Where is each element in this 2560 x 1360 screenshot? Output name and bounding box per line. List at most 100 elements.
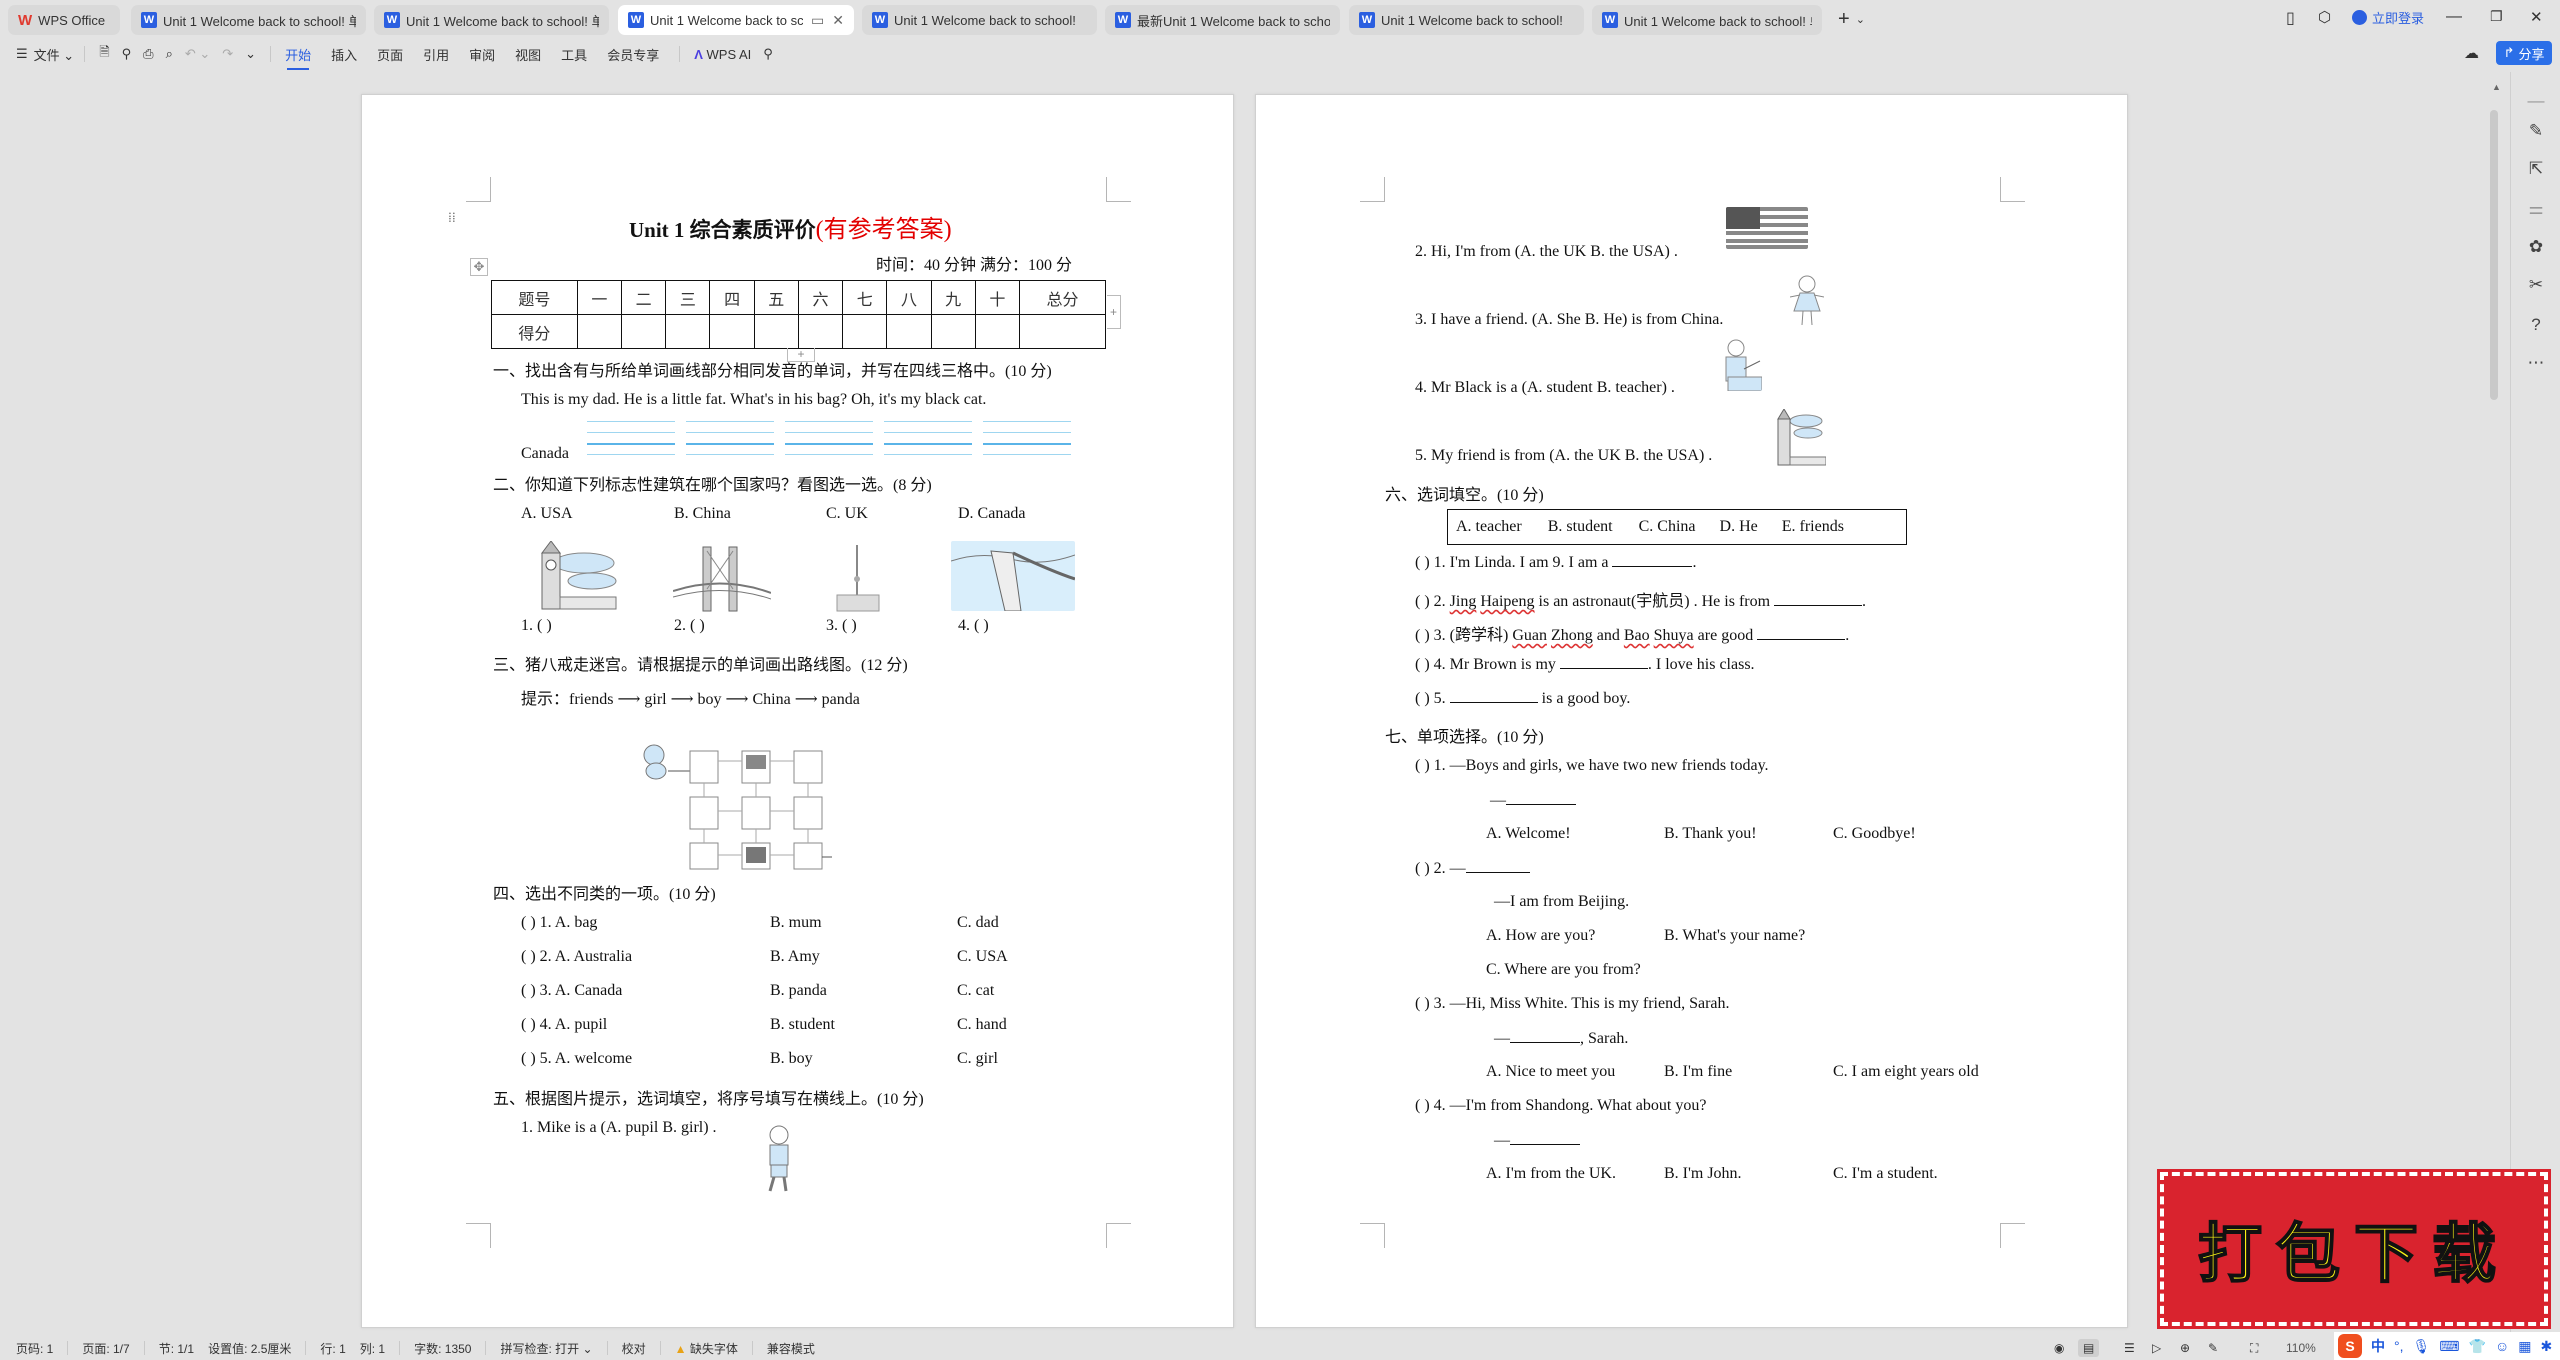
answer-blank[interactable] <box>1506 791 1576 805</box>
answer-blank[interactable] <box>1510 1131 1580 1145</box>
cube-icon[interactable]: ⬡ <box>2318 8 2331 26</box>
status-section[interactable]: 节: 1/1 <box>159 1340 194 1357</box>
skin-icon[interactable]: 👕 <box>2469 1338 2486 1355</box>
settings-icon[interactable]: ✱ <box>2540 1338 2552 1355</box>
document-page-2[interactable]: 2. Hi, I'm from (A. the UK B. the USA) .… <box>1255 94 2128 1328</box>
cloud-status-icon[interactable]: ☁ <box>2464 44 2479 62</box>
score-cell[interactable] <box>974 314 1021 349</box>
scroll-up-arrow-icon[interactable]: ▲ <box>2492 82 2501 92</box>
pen-icon[interactable]: ✎ <box>2208 1341 2218 1355</box>
select-cursor-icon[interactable]: ⇱ <box>2523 156 2549 182</box>
format-painter-icon[interactable]: ⚲ <box>122 46 132 62</box>
four-line-grid[interactable] <box>884 421 972 455</box>
answer-blank[interactable]: 3. ( ) <box>826 617 857 635</box>
game-icon[interactable]: ☺ <box>2495 1338 2509 1354</box>
proofread-button[interactable]: 校对 <box>622 1340 646 1357</box>
print-icon[interactable]: ⎙ <box>143 46 153 62</box>
answer-blank[interactable]: 4. ( ) <box>958 617 989 635</box>
missing-font-button[interactable]: ▲ 缺失字体 <box>675 1340 738 1357</box>
file-menu[interactable]: 文件 ⌄ <box>34 45 75 64</box>
menu-tab-insert[interactable]: 插入 <box>331 45 357 64</box>
answer-blank[interactable] <box>1510 1029 1580 1043</box>
answer-blank[interactable]: 2. ( ) <box>674 617 705 635</box>
apps-grid-icon[interactable]: ▦ <box>2518 1338 2531 1355</box>
eye-protection-icon[interactable]: ◉ <box>2054 1341 2064 1355</box>
spell-error-word[interactable]: Jing <box>1450 593 1477 610</box>
screen-icon[interactable]: ▭ <box>811 12 824 29</box>
style-brush-icon[interactable]: ✿ <box>2523 234 2549 260</box>
spell-error-word[interactable]: Guan <box>1512 627 1547 644</box>
spell-error-word[interactable]: Bao <box>1624 627 1650 644</box>
spell-error-word[interactable]: Haipeng <box>1480 593 1534 610</box>
ime-language-toggle[interactable]: 中 <box>2371 1336 2385 1356</box>
answer-blank[interactable] <box>1559 655 1648 669</box>
score-cell[interactable] <box>1019 314 1106 349</box>
search-icon[interactable]: ⚲ <box>763 46 773 62</box>
score-cell[interactable] <box>753 314 799 349</box>
spell-error-word[interactable]: Zhong <box>1551 627 1593 644</box>
tab-document[interactable]: W Unit 1 Welcome back to school! 单 <box>131 5 366 35</box>
page-view-icon[interactable]: ▤ <box>2078 1339 2100 1357</box>
print-preview-icon[interactable]: ⌕ <box>166 46 173 62</box>
score-cell[interactable] <box>930 314 976 349</box>
four-line-grid[interactable] <box>686 421 774 455</box>
tools-icon[interactable]: ✂ <box>2523 272 2549 298</box>
status-pages[interactable]: 页面: 1/7 <box>82 1340 129 1357</box>
document-page-1[interactable]: ⁞⁞ Unit 1 综合素质评价(有参考答案) 时间：40 分钟 满分：100 … <box>361 94 1234 1328</box>
score-cell[interactable] <box>621 314 667 349</box>
score-cell[interactable] <box>797 314 844 349</box>
status-word-count[interactable]: 字数: 1350 <box>414 1340 471 1357</box>
tab-document[interactable]: W Unit 1 Welcome back to school! <box>862 5 1097 35</box>
minimize-button[interactable]: — <box>2446 8 2462 26</box>
adjust-sliders-icon[interactable]: ⚌ <box>2523 196 2549 222</box>
window-layout-icon[interactable]: ▯ <box>2286 8 2295 28</box>
score-cell[interactable] <box>886 314 932 349</box>
answer-blank[interactable] <box>1449 689 1538 703</box>
redo-icon[interactable]: ↷ <box>222 46 233 62</box>
score-cell[interactable] <box>576 314 623 349</box>
fit-page-icon[interactable]: ⛶ <box>2250 1341 2258 1356</box>
pen-edit-icon[interactable]: ✎ <box>2523 118 2549 144</box>
restore-button[interactable]: ❐ <box>2490 8 2503 25</box>
collapse-panel-icon[interactable]: — <box>2523 88 2549 114</box>
more-quick-chevron-icon[interactable]: ⌄ <box>245 46 256 62</box>
answer-blank[interactable] <box>1757 626 1846 640</box>
hamburger-menu-icon[interactable]: ☰ <box>16 46 28 62</box>
answer-blank[interactable] <box>1774 592 1863 606</box>
tab-document[interactable]: W 最新Unit 1 Welcome back to scho <box>1105 5 1340 35</box>
new-tab-button[interactable]: + ⌄ <box>1838 8 1865 31</box>
four-line-grid[interactable] <box>785 421 873 455</box>
tab-document[interactable]: W Unit 1 Welcome back to school! <box>1349 5 1584 35</box>
more-options-icon[interactable]: ⋯ <box>2523 350 2549 376</box>
menu-tab-review[interactable]: 审阅 <box>469 45 495 64</box>
tab-wps-home[interactable]: W WPS Office <box>8 5 120 35</box>
save-icon[interactable]: 🗎 <box>99 43 109 65</box>
score-cell[interactable] <box>665 314 711 349</box>
keyboard-icon[interactable]: ⌨ <box>2439 1338 2459 1355</box>
close-window-button[interactable]: ✕ <box>2530 8 2543 26</box>
spell-error-word[interactable]: Shuya <box>1654 627 1694 644</box>
add-column-button[interactable]: + <box>1107 295 1121 329</box>
drag-handle-icon[interactable]: ⁞⁞ <box>448 211 456 227</box>
tab-document[interactable]: W Unit 1 Welcome back to school! 单 <box>374 5 609 35</box>
zoom-level[interactable]: 110% <box>2286 1341 2316 1355</box>
four-line-grid[interactable] <box>587 421 675 455</box>
status-setting[interactable]: 设置值: 2.5厘米 <box>208 1340 291 1357</box>
outline-view-icon[interactable]: ☰ <box>2124 1341 2135 1355</box>
play-icon[interactable]: ▷ <box>2152 1341 2161 1355</box>
help-icon[interactable]: ? <box>2523 312 2549 338</box>
web-view-icon[interactable]: ⊕ <box>2180 1341 2190 1355</box>
score-cell[interactable] <box>709 314 755 349</box>
input-method-bar[interactable]: S 中 °, 🎙 ⌨ 👕 ☺ ▦ ✱ <box>2334 1332 2560 1360</box>
share-button[interactable]: ↱ 分享 <box>2496 41 2552 65</box>
menu-tab-references[interactable]: 引用 <box>423 45 449 64</box>
close-tab-icon[interactable]: ✕ <box>832 12 844 29</box>
login-button[interactable]: 立即登录 <box>2352 8 2424 27</box>
answer-blank[interactable] <box>1612 553 1693 567</box>
tab-document[interactable]: W Unit 1 Welcome back to school! 单 <box>1592 5 1822 35</box>
vertical-scrollbar[interactable] <box>2490 110 2498 400</box>
answer-blank[interactable]: 1. ( ) <box>521 617 552 635</box>
download-package-banner[interactable]: 打包下载 <box>2157 1169 2551 1329</box>
menu-tab-home[interactable]: 开始 <box>285 45 311 70</box>
table-move-handle-icon[interactable]: ✥ <box>470 258 488 276</box>
